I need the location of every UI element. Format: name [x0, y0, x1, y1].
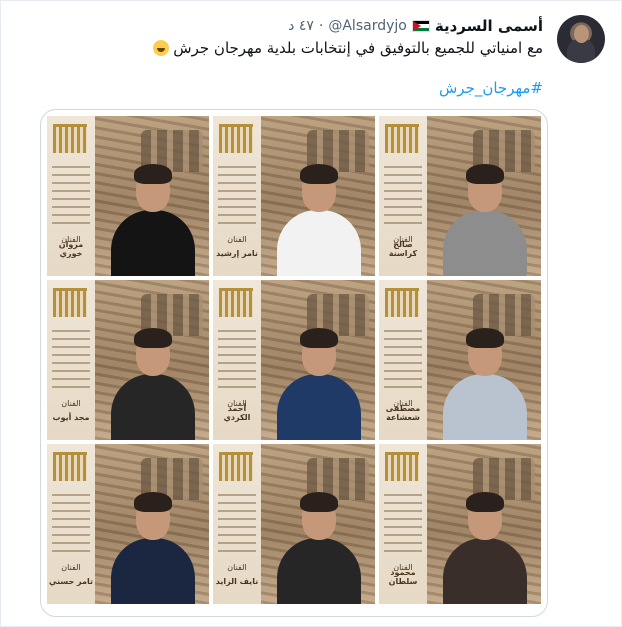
- poster-info-panel: الفنان نامر إرشيد: [213, 116, 261, 276]
- artist-name: تامر حسني: [49, 577, 93, 586]
- artist-photo: [271, 156, 367, 276]
- poster-tile[interactable]: الفنان مروان خوري: [47, 116, 209, 276]
- poster-tile[interactable]: الفنان محمود سلطان: [379, 444, 541, 604]
- artist-photo: [437, 320, 533, 440]
- artist-body: [277, 538, 361, 604]
- artist-hair: [300, 328, 338, 348]
- tweet-card[interactable]: أسمى السردية @Alsardyjo · ٤٧ د مع امنيات…: [0, 0, 622, 627]
- artist-body: [111, 374, 195, 440]
- poster-tile[interactable]: الفنان أحمد الكردي: [213, 280, 375, 440]
- festival-logo-icon: [385, 288, 419, 317]
- poster-details: [218, 166, 256, 226]
- artist-hair: [134, 328, 172, 348]
- poster-info-panel: الفنان نايف الزايد: [213, 444, 261, 604]
- artist-photo: [271, 484, 367, 604]
- poster-info-panel: الفنان تامر حسني: [47, 444, 95, 604]
- tweet-header: أسمى السردية @Alsardyjo · ٤٧ د: [288, 15, 543, 37]
- poster-tile[interactable]: الفنان نايف الزايد: [213, 444, 375, 604]
- tweet-time[interactable]: ٤٧ د: [288, 18, 314, 34]
- artist-hair: [466, 164, 504, 184]
- artist-body: [443, 210, 527, 276]
- poster-details: [384, 330, 422, 390]
- festival-logo-icon: [53, 288, 87, 317]
- artist-name: مجد أيوب: [52, 413, 90, 422]
- artist-body: [443, 538, 527, 604]
- festival-logo-icon: [385, 452, 419, 481]
- poster-info-panel: الفنان مجد أيوب: [47, 280, 95, 440]
- artist-body: [111, 538, 195, 604]
- artist-body: [277, 374, 361, 440]
- poster-details: [218, 494, 256, 554]
- poster-details: [52, 494, 90, 554]
- avatar-face: [574, 25, 589, 43]
- artist-name: أحمد الكردي: [223, 404, 251, 422]
- artist-name: صالح كراسنة: [388, 240, 418, 258]
- poster-info-panel: الفنان صالح كراسنة: [379, 116, 427, 276]
- poster-grid: الفنان مروان خوري الفنان نامر إرشيد الفنان صا…: [47, 116, 541, 610]
- author-name[interactable]: أسمى السردية: [435, 17, 543, 35]
- artist-hair: [300, 492, 338, 512]
- festival-logo-icon: [53, 452, 87, 481]
- jordan-flag-icon: [411, 20, 430, 32]
- festival-logo-icon: [219, 452, 253, 481]
- artist-name: محمود سلطان: [388, 568, 418, 586]
- artist-photo: [105, 156, 201, 276]
- author-handle[interactable]: @Alsardyjo: [328, 18, 406, 34]
- separator-dot: ·: [318, 18, 324, 34]
- artist-label: الفنان: [61, 563, 81, 572]
- poster-info-panel: الفنان مصطفى شعشاعة: [379, 280, 427, 440]
- artist-photo: [437, 484, 533, 604]
- poster-details: [384, 166, 422, 226]
- poster-details: [218, 330, 256, 390]
- poster-details: [52, 330, 90, 390]
- festival-logo-icon: [219, 288, 253, 317]
- poster-details: [52, 166, 90, 226]
- artist-label: الفنان: [227, 563, 247, 572]
- tweet-text-content: مع امنياتي للجميع بالتوفيق في إنتخابات ب…: [173, 39, 543, 57]
- poster-tile[interactable]: الفنان صالح كراسنة: [379, 116, 541, 276]
- festival-logo-icon: [53, 124, 87, 153]
- artist-label: الفنان: [61, 399, 81, 408]
- artist-photo: [437, 156, 533, 276]
- poster-info-panel: الفنان أحمد الكردي: [213, 280, 261, 440]
- poster-tile[interactable]: الفنان تامر حسني: [47, 444, 209, 604]
- artist-photo: [271, 320, 367, 440]
- artist-hair: [300, 164, 338, 184]
- poster-info-panel: الفنان محمود سلطان: [379, 444, 427, 604]
- poster-tile[interactable]: الفنان مصطفى شعشاعة: [379, 280, 541, 440]
- artist-name: نايف الزايد: [215, 577, 259, 586]
- grinning-sweat-emoji-icon: [152, 40, 169, 56]
- author-avatar[interactable]: [557, 15, 605, 63]
- hashtag-link[interactable]: #مهرجان_جرش: [439, 79, 543, 97]
- artist-hair: [134, 164, 172, 184]
- artist-name: نامر إرشيد: [216, 249, 258, 258]
- artist-name: مصطفى شعشاعة: [385, 404, 421, 422]
- poster-info-panel: الفنان مروان خوري: [47, 116, 95, 276]
- artist-body: [277, 210, 361, 276]
- artist-photo: [105, 320, 201, 440]
- poster-tile[interactable]: الفنان مجد أيوب: [47, 280, 209, 440]
- artist-hair: [134, 492, 172, 512]
- poster-tile[interactable]: الفنان نامر إرشيد: [213, 116, 375, 276]
- tweet-text: مع امنياتي للجميع بالتوفيق في إنتخابات ب…: [149, 39, 543, 57]
- artist-hair: [466, 328, 504, 348]
- media-image[interactable]: الفنان مروان خوري الفنان نامر إرشيد الفنان صا…: [40, 109, 548, 617]
- artist-name: مروان خوري: [58, 240, 84, 258]
- artist-hair: [466, 492, 504, 512]
- poster-details: [384, 494, 422, 554]
- artist-body: [111, 210, 195, 276]
- artist-body: [443, 374, 527, 440]
- festival-logo-icon: [219, 124, 253, 153]
- festival-logo-icon: [385, 124, 419, 153]
- artist-label: الفنان: [227, 235, 247, 244]
- artist-photo: [105, 484, 201, 604]
